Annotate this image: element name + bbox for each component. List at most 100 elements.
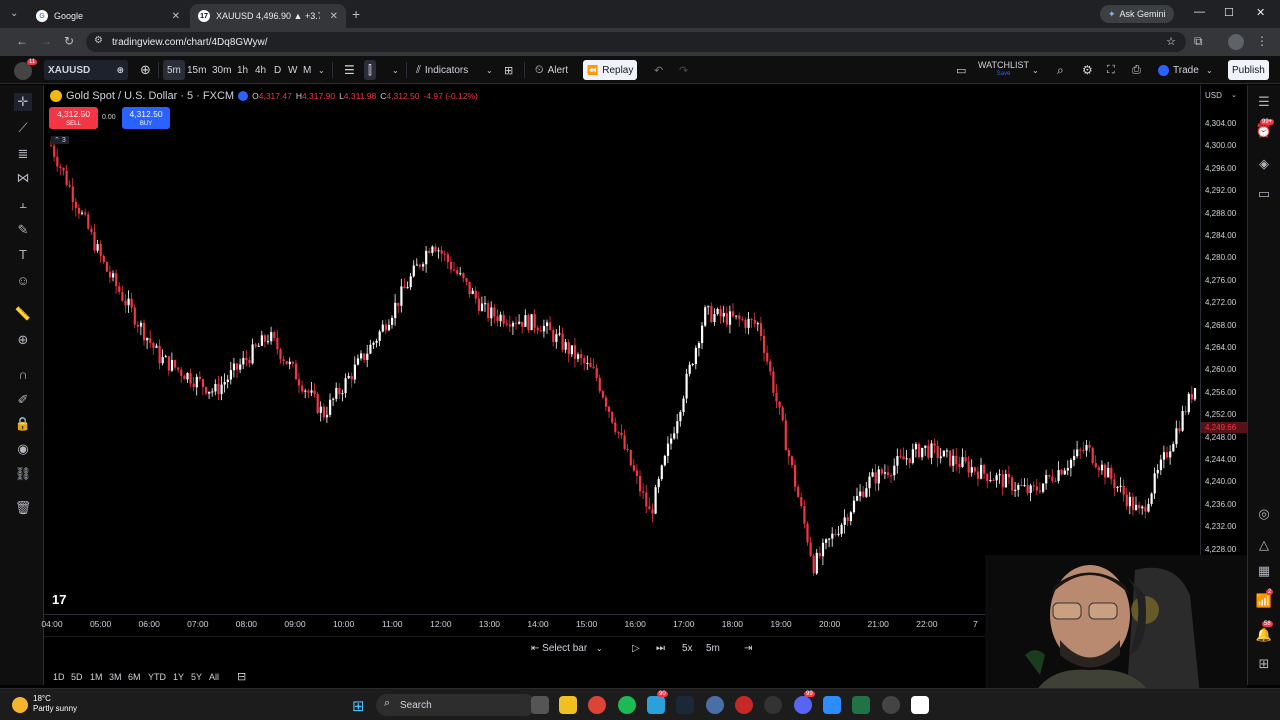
layout-icon[interactable]: ▭ — [952, 60, 970, 80]
excel-icon[interactable] — [852, 696, 870, 714]
jump-to-realtime-icon[interactable]: ⇥ — [744, 643, 752, 654]
indicators-dropdown-icon[interactable]: ⌄ — [482, 60, 497, 80]
discord-icon[interactable] — [794, 696, 812, 714]
ruler-icon[interactable]: 📏 — [14, 305, 32, 323]
chat-icon[interactable]: ▭ — [1255, 185, 1273, 203]
chart-type-dropdown-icon[interactable]: ⌄ — [388, 60, 403, 80]
watchlist-button[interactable]: WATCHLIST Save — [978, 61, 1029, 79]
timeframe-1h[interactable]: 1h — [233, 60, 252, 80]
trend-line-icon[interactable]: ⟋ — [14, 119, 32, 137]
tradingview-taskbar-icon[interactable] — [911, 696, 929, 714]
quick-search-icon[interactable]: ⌕ — [1053, 60, 1068, 80]
crosshair-icon[interactable]: ✛ — [14, 93, 32, 111]
timeframe-d[interactable]: D — [270, 60, 285, 80]
settings-gear-icon[interactable]: ⚙ — [1078, 60, 1097, 80]
taskbar-search[interactable]: ⌕ Search — [376, 694, 536, 716]
lock-icon[interactable]: 🔒 — [14, 415, 32, 433]
range-3m[interactable]: 3M — [109, 672, 122, 682]
range-1y[interactable]: 1Y — [173, 672, 184, 682]
price-axis[interactable]: USD ⌄ 4,304.00 4,300.00 4,296.00 4,292.00 4,… — [1200, 85, 1247, 615]
tab-search-icon[interactable]: ⌄ — [10, 8, 18, 19]
publish-button[interactable]: Publish — [1228, 60, 1269, 80]
timeframe-dropdown-icon[interactable]: ⌄ — [314, 60, 329, 80]
replay-interval[interactable]: 5m — [706, 643, 720, 654]
maximize-icon[interactable]: ☐ — [1224, 6, 1234, 19]
ideas-icon[interactable]: △ — [1255, 536, 1273, 554]
trade-button[interactable]: Trade — [1154, 60, 1203, 80]
file-explorer-icon[interactable] — [559, 696, 577, 714]
close-tab-icon[interactable]: ✕ — [172, 11, 180, 22]
link-icon[interactable]: ⛓ — [14, 465, 32, 483]
weather-widget[interactable]: 18°C Partly sunny — [33, 694, 77, 714]
close-window-icon[interactable]: ✕ — [1256, 6, 1265, 19]
timeframe-m[interactable]: M — [299, 60, 315, 80]
replay-button[interactable]: ⏪ Replay — [583, 60, 638, 80]
alert-button[interactable]: ⏲ Alert — [531, 60, 572, 80]
range-5d[interactable]: 5D — [71, 672, 83, 682]
range-ytd[interactable]: YTD — [148, 672, 166, 682]
extensions-icon[interactable]: ⧉ — [1194, 34, 1203, 49]
collapse-indicators-toggle[interactable]: ⌃ 3 — [51, 136, 69, 144]
pattern-icon[interactable]: ⋈ — [14, 169, 32, 187]
buy-button[interactable]: 4,312.50 BUY — [122, 107, 170, 129]
calendar-icon[interactable]: ▦ — [1255, 562, 1273, 580]
trade-dropdown-icon[interactable]: ⌄ — [1202, 60, 1217, 80]
close-tab-icon[interactable]: ✕ — [330, 11, 338, 22]
tab-google[interactable]: G Google ✕ — [28, 4, 188, 28]
range-6m[interactable]: 6M — [128, 672, 141, 682]
timeframe-5m[interactable]: 5m — [163, 60, 185, 80]
spotify-icon[interactable] — [618, 696, 636, 714]
tab-tradingview[interactable]: 17 XAUUSD 4,496.90 ▲ +3.76% W ✕ — [190, 4, 346, 28]
stay-drawing-icon[interactable]: ✐ — [14, 391, 32, 409]
compare-icon[interactable]: ⊕ — [136, 60, 155, 80]
zoom-in-icon[interactable]: ⊕ — [14, 331, 32, 349]
redo-icon[interactable]: ↷ — [675, 60, 692, 80]
windows-start-icon[interactable]: ⊞ — [352, 697, 365, 715]
ask-gemini-button[interactable]: ✦ Ask Gemini — [1100, 5, 1174, 23]
layout-grid-icon[interactable]: ⊞ — [500, 60, 517, 80]
step-forward-icon[interactable]: ⏭ — [656, 643, 665, 654]
sell-button[interactable]: 4,312.50 SELL — [49, 107, 98, 129]
brush-icon[interactable]: ✎ — [14, 221, 32, 239]
range-1d[interactable]: 1D — [53, 672, 65, 682]
magnet-icon[interactable]: ∩ — [14, 365, 32, 383]
currency-label[interactable]: USD — [1205, 91, 1222, 100]
range-all[interactable]: All — [209, 672, 219, 682]
text-icon[interactable]: T — [14, 245, 32, 263]
price-chart[interactable] — [44, 85, 1200, 615]
steam-icon[interactable] — [676, 696, 694, 714]
trash-icon[interactable]: 🗑 — [14, 499, 32, 517]
forward-icon[interactable]: → — [40, 34, 52, 48]
app-icon[interactable] — [706, 696, 724, 714]
notifications-bell-icon[interactable]: 🔔 — [1255, 626, 1273, 644]
target-icon[interactable]: ◎ — [1255, 505, 1273, 523]
fullscreen-icon[interactable]: ⛶ — [1103, 60, 1119, 80]
site-info-icon[interactable]: ⚙ — [94, 35, 103, 46]
browser-menu-icon[interactable]: ⋮ — [1256, 34, 1268, 48]
app-icon-dark[interactable] — [764, 696, 782, 714]
emoji-icon[interactable]: ☺ — [14, 271, 32, 289]
object-tree-icon[interactable]: ◈ — [1255, 155, 1273, 173]
chrome-icon[interactable] — [588, 696, 606, 714]
bookmark-star-icon[interactable]: ☆ — [1166, 35, 1176, 48]
candles-icon[interactable]: ⫿ — [364, 60, 376, 80]
watchlist-dropdown-icon[interactable]: ⌄ — [1028, 60, 1043, 80]
range-1m[interactable]: 1M — [90, 672, 103, 682]
profile-avatar[interactable] — [1228, 34, 1244, 50]
range-5y[interactable]: 5Y — [191, 672, 202, 682]
fib-retracement-icon[interactable]: ≣ — [14, 145, 32, 163]
app-icon-red[interactable] — [735, 696, 753, 714]
new-tab-icon[interactable]: + — [352, 6, 360, 22]
symbol-search[interactable]: XAUUSD ⊛ — [44, 60, 128, 80]
minimize-icon[interactable]: — — [1194, 6, 1205, 18]
replay-speed[interactable]: 5x — [682, 643, 693, 654]
currency-dropdown-icon[interactable]: ⌄ — [1231, 91, 1237, 99]
url-input[interactable]: ⚙ tradingview.com/chart/4Dq8GWyw/ ☆ — [86, 32, 1186, 52]
timeframe-15m[interactable]: 15m — [183, 60, 210, 80]
timeframe-4h[interactable]: 4h — [251, 60, 270, 80]
symbol-settings-icon[interactable]: ⊛ — [116, 65, 124, 76]
indicators-button[interactable]: ⫽ Indicators — [412, 60, 472, 80]
app-icon-grey[interactable] — [882, 696, 900, 714]
back-icon[interactable]: ← — [16, 34, 28, 48]
zoom-icon[interactable] — [823, 696, 841, 714]
